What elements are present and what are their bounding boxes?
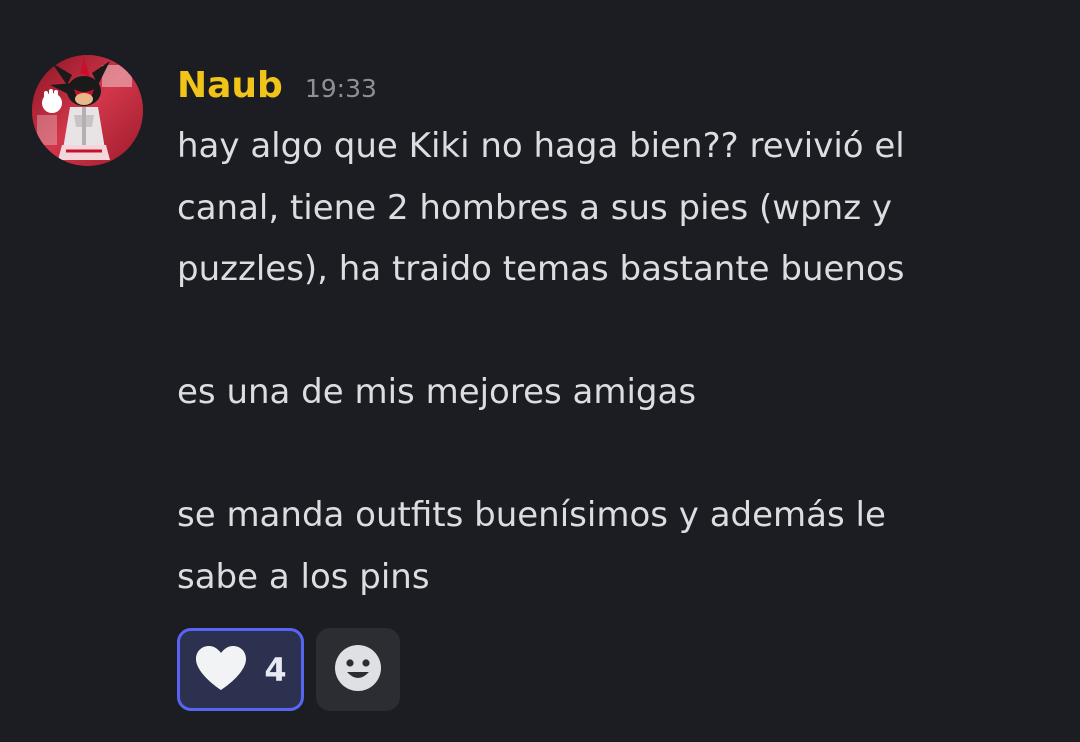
message-content: hay algo que Kiki no haga bien?? revivió… bbox=[177, 116, 1047, 608]
smiley-icon bbox=[334, 644, 382, 696]
message-line: canal, tiene 2 hombres a sus pies (wpnz … bbox=[177, 187, 892, 228]
message-line: sabe a los pins bbox=[177, 556, 430, 597]
reaction-bar: 4 bbox=[177, 628, 400, 711]
message-header: Naub 19:33 bbox=[177, 64, 377, 112]
avatar[interactable] bbox=[32, 55, 143, 166]
chat-message: Naub 19:33 hay algo que Kiki no haga bie… bbox=[0, 0, 1080, 742]
message-line: se manda outfits buenísimos y además le bbox=[177, 495, 886, 535]
username[interactable]: Naub bbox=[177, 64, 283, 108]
timestamp: 19:33 bbox=[304, 74, 377, 103]
add-reaction-button[interactable] bbox=[316, 628, 400, 711]
message-line: hay algo que Kiki no haga bien?? revivió… bbox=[177, 126, 905, 166]
message-line: puzzles), ha traido temas bastante bueno… bbox=[177, 249, 905, 289]
message-line: es una de mis mejores amigas bbox=[177, 372, 697, 412]
reaction-count: 4 bbox=[264, 650, 287, 689]
heart-reaction-button[interactable]: 4 bbox=[177, 628, 304, 711]
heart-icon bbox=[194, 644, 248, 696]
